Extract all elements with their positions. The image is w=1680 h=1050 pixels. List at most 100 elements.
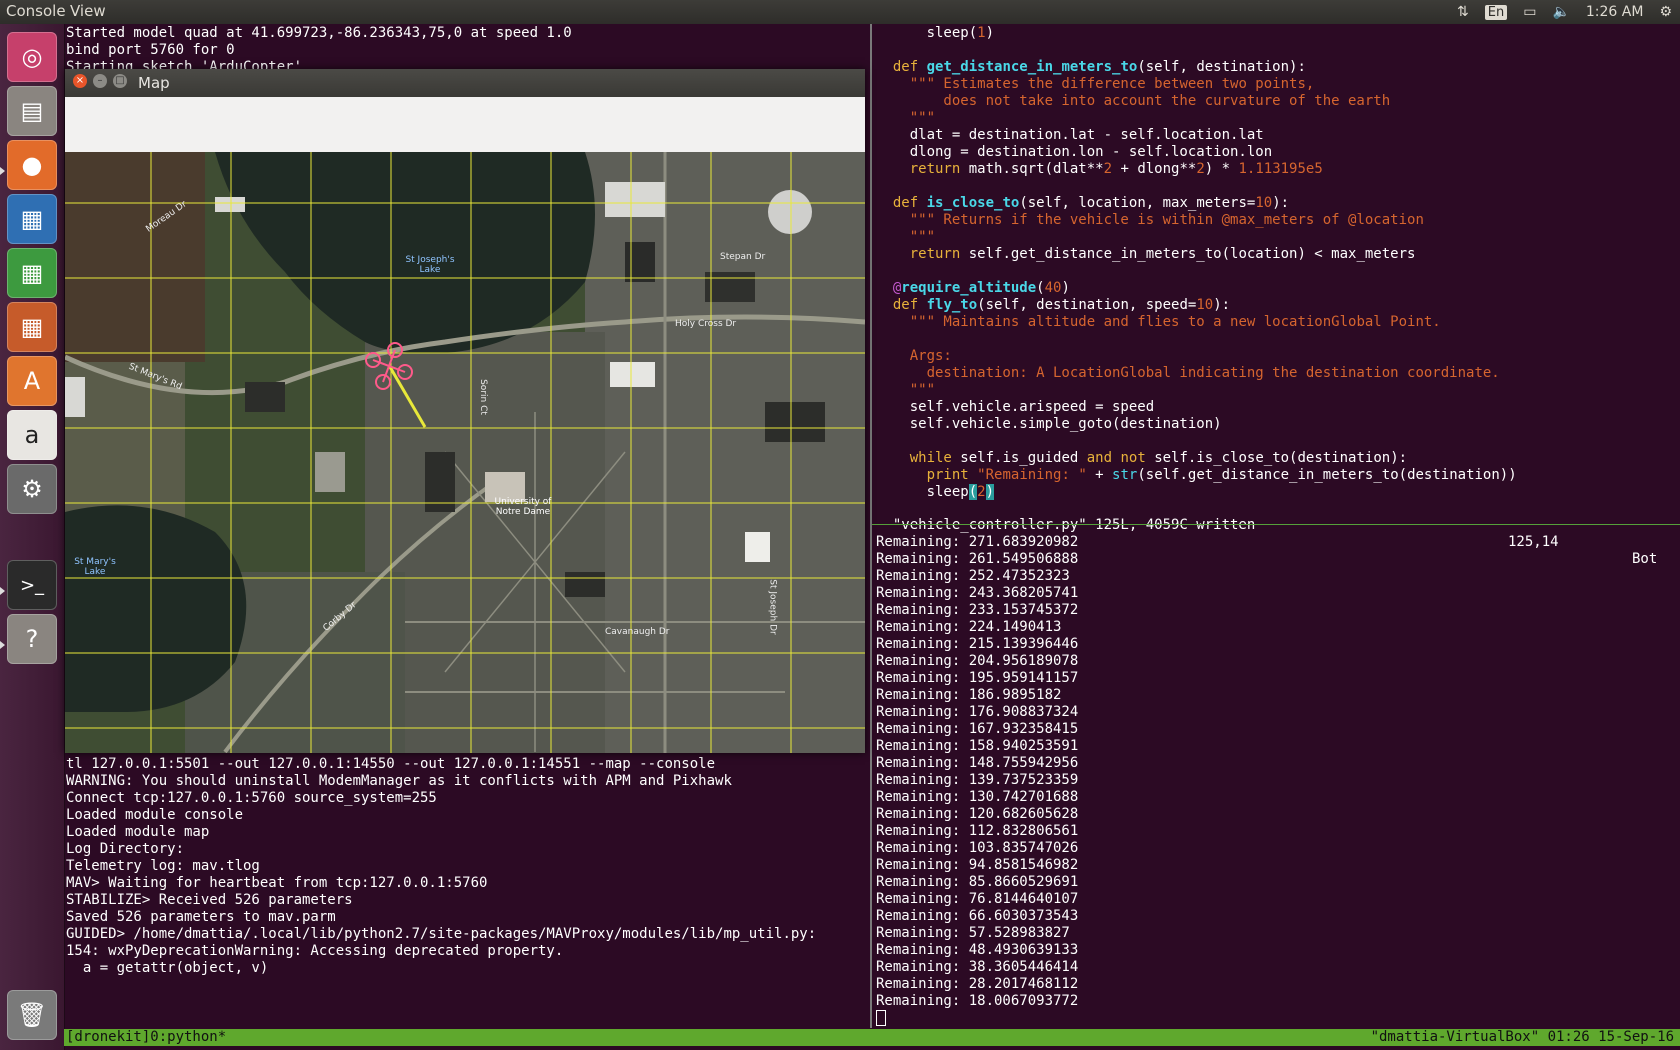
writer-icon[interactable]: ▦ [7,194,57,244]
code-line: return math.sqrt(dlat**2 + dlong**2) * 1… [876,161,1517,178]
amazon-icon[interactable]: a [7,410,57,460]
remaining-line: Remaining: 66.6030373543 [876,908,1079,924]
label-sorin-ct: Sorin Ct [477,379,488,415]
vim-code-pane[interactable]: sleep(1) def get_distance_in_meters_to(s… [876,25,1517,501]
code-token: (self, destination, speed= [977,297,1197,313]
running-indicator [0,641,5,649]
remaining-line: Remaining: 204.956189078 [876,653,1079,669]
ubuntu-dash-icon[interactable]: ◎ [7,32,57,82]
code-token: str [1112,467,1138,483]
map-svg[interactable] [65,152,865,753]
tmux-session-window[interactable]: [dronekit]0:python* [66,1029,226,1046]
label-cavanaugh-dr: Cavanaugh Dr [605,627,670,637]
clock[interactable]: 1:26 AM [1586,4,1644,20]
code-token: (self, location, max_meters= [1019,195,1256,211]
remaining-line: Remaining: 130.742701688 [876,789,1079,805]
terminal-line: tl 127.0.0.1:5501 --out 127.0.0.1:14550 … [66,756,716,772]
code-token: def [892,59,919,75]
volume-icon[interactable]: 🔈 [1552,4,1569,20]
terminal-line: Loaded module console [66,807,244,823]
code-token: get_distance_in_meters_to [926,59,1138,75]
calc-icon[interactable]: ▦ [7,248,57,298]
code-token: and [1086,450,1113,466]
remaining-line: Remaining: 103.835747026 [876,840,1079,856]
top-panel: Console View ⇅ En ▭ 🔈 1:26 AM ⚙ [0,0,1680,24]
code-token: """ [876,382,936,398]
pane-divider-horizontal[interactable] [872,524,1680,525]
code-token: 40 [1044,280,1062,296]
minimize-icon[interactable]: – [93,74,107,88]
code-line: print "Remaining: " + str(self.get_dista… [876,467,1517,484]
keyboard-layout-indicator[interactable]: En [1484,4,1508,20]
map-window[interactable]: × – □ Map St Joseph's Lake St Mary's Lak… [65,69,865,753]
system-tray: ⇅ En ▭ 🔈 1:26 AM ⚙ [1457,0,1680,24]
code-token: not [1120,450,1146,466]
code-token: 1 [977,25,986,41]
code-token: + [1086,467,1113,483]
files-icon[interactable]: ▤ [7,86,57,136]
code-token: self.is_guided [951,450,1087,466]
system-settings-icon[interactable]: ⚙ [7,464,57,514]
satellite-map[interactable]: St Joseph's Lake St Mary's Lake Universi… [65,152,865,753]
code-token: sleep( [876,25,978,41]
pane-divider-vertical[interactable] [870,24,872,1028]
remaining-line: Remaining: 158.940253591 [876,738,1079,754]
label-st-marys-lake: St Mary's Lake [74,557,116,577]
battery-icon[interactable]: ▭ [1523,4,1536,20]
remaining-line: Remaining: 112.832806561 [876,823,1079,839]
code-line: does not take into account the curvature… [876,93,1517,110]
remaining-line: Remaining: 85.8660529691 [876,874,1079,890]
code-token: self.vehicle.arispeed = speed [876,399,1155,415]
trash-icon[interactable]: 🗑 [7,990,57,1040]
code-token: 2 [1103,161,1113,177]
code-token: """ [876,110,936,126]
close-icon[interactable]: × [73,74,87,88]
code-line: self.vehicle.arispeed = speed [876,399,1517,416]
terminal-icon[interactable]: >_ [7,560,57,610]
menu-view[interactable]: View [70,2,106,20]
vim-file-message: "vehicle_controller.py" 125L, 4059C writ… [892,517,1256,533]
mavproxy-console-pane[interactable]: tl 127.0.0.1:5501 --out 127.0.0.1:14550 … [66,756,816,977]
label-st-joseph-dr: St Joseph Dr [767,579,778,635]
code-token: 2 [977,484,986,500]
remaining-line: Remaining: 76.8144640107 [876,891,1079,907]
code-token: """ Maintains altitude and flies to a ne… [909,314,1441,330]
code-token: """ Returns if the vehicle is within @ma… [909,212,1424,228]
code-token: 10 [1255,195,1273,211]
terminal-line: Saved 526 parameters to mav.parm [66,909,336,925]
firefox-icon[interactable]: ● [7,140,57,190]
code-line: dlong = destination.lon - self.location.… [876,144,1517,161]
vim-scroll-indicator: Bot [1632,551,1658,567]
code-token: while [909,450,952,466]
unity-launcher: ◎ ▤ ● ▦ ▦ ▦ A a ⚙ >_ ? 🗑 [0,24,65,1050]
code-line: def get_distance_in_meters_to(self, dest… [876,59,1517,76]
app-name: Console [6,2,66,20]
code-token: return [909,161,961,177]
help-icon[interactable]: ? [7,614,57,664]
code-line: Args: [876,348,1517,365]
code-token: ) [985,484,995,500]
software-center-icon[interactable]: A [7,356,57,406]
code-line: @require_altitude(40) [876,280,1517,297]
code-token: dlong = destination.lon - self.location.… [876,144,1273,160]
power-gear-icon[interactable]: ⚙ [1659,4,1672,20]
map-titlebar[interactable]: × – □ Map [65,69,865,97]
terminal-line: a = getattr(object, v) [66,960,269,976]
code-token: ( [968,484,978,500]
network-arrows-icon[interactable]: ⇅ [1457,4,1469,20]
maximize-icon[interactable]: □ [113,74,127,88]
code-token: is_close_to [926,195,1020,211]
impress-icon[interactable]: ▦ [7,302,57,352]
code-token: print [926,467,969,483]
remaining-output-pane[interactable]: Remaining: 271.683920982 Remaining: 261.5… [876,534,1078,1010]
code-line: self.vehicle.simple_goto(destination) [876,416,1517,433]
code-token: return [909,246,961,262]
